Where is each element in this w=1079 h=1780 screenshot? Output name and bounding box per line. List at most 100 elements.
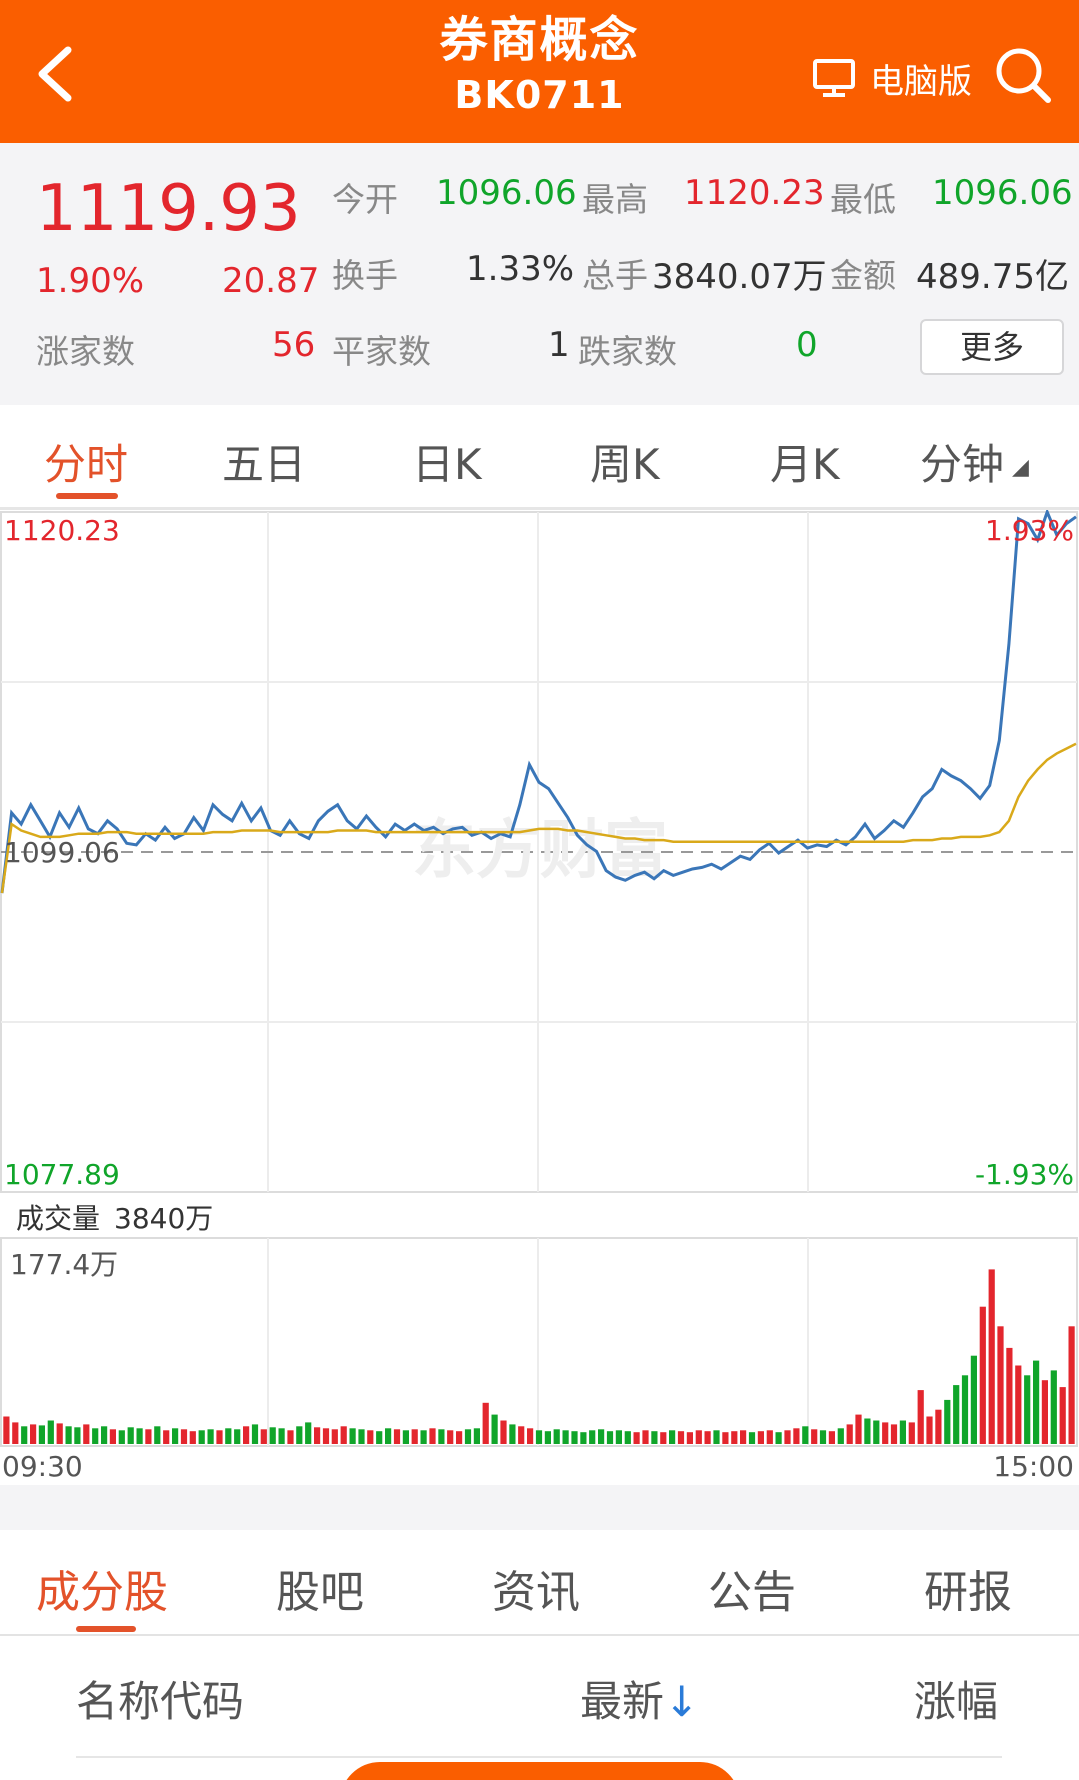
- volume-bar: [1050, 1370, 1057, 1444]
- high-value: 1120.23: [684, 173, 825, 213]
- volume-bar: [944, 1399, 951, 1444]
- volume-bar: [411, 1429, 418, 1444]
- active-tab-indicator: [76, 1626, 136, 1632]
- tab-five-day[interactable]: 五日: [222, 431, 306, 492]
- volume-bar: [633, 1432, 640, 1444]
- tab-minute[interactable]: 分钟 ◢: [920, 431, 1029, 492]
- volume-bar: [535, 1430, 543, 1444]
- change-amount: 20.87: [222, 261, 320, 301]
- tab-intraday[interactable]: 分时: [44, 431, 128, 492]
- volume-bar: [828, 1431, 835, 1444]
- volume-bar: [393, 1429, 401, 1444]
- volume-bar: [447, 1430, 454, 1444]
- volume-value: 3840.07万: [652, 257, 827, 297]
- volume-title: 成交量 3840万: [16, 1202, 213, 1235]
- volume-bar: [349, 1428, 356, 1444]
- volume-bar: [101, 1426, 108, 1444]
- volume-bar: [402, 1430, 409, 1444]
- volume-bar: [322, 1428, 330, 1444]
- y-min-label: 1077.89: [4, 1158, 120, 1191]
- volume-bar: [92, 1428, 99, 1444]
- volume-bar: [234, 1429, 241, 1444]
- volume-bar: [624, 1431, 631, 1444]
- volume-bar: [340, 1426, 347, 1444]
- volume-bar: [775, 1432, 782, 1444]
- more-button[interactable]: 更多: [920, 319, 1064, 375]
- content-tabs: 成分股 股吧 资讯 公告 研报: [0, 1530, 1079, 1636]
- volume-bar: [562, 1430, 569, 1444]
- tab-research[interactable]: 研报: [924, 1556, 1012, 1620]
- volume-bar: [598, 1429, 605, 1444]
- volume-bar: [677, 1431, 685, 1444]
- amount-value: 489.75亿: [916, 257, 1069, 297]
- tab-constituents[interactable]: 成分股: [36, 1556, 168, 1620]
- low-label: 最低: [830, 180, 896, 219]
- volume-bar: [127, 1427, 134, 1444]
- volume-bar: [846, 1424, 853, 1444]
- volume-bar: [811, 1429, 818, 1444]
- tab-monthly-k[interactable]: 月K: [770, 431, 840, 492]
- volume-bar: [243, 1426, 250, 1444]
- tab-announcements[interactable]: 公告: [708, 1556, 796, 1620]
- volume-bar: [864, 1418, 871, 1444]
- volume-bar: [527, 1428, 534, 1444]
- tab-news[interactable]: 资讯: [492, 1556, 580, 1620]
- column-latest[interactable]: 最新↓: [580, 1668, 699, 1729]
- tab-weekly-k[interactable]: 周K: [590, 431, 660, 492]
- volume-bar: [580, 1432, 587, 1444]
- column-name-code[interactable]: 名称代码: [76, 1668, 244, 1729]
- divider: [76, 1756, 1002, 1758]
- volume-bar: [331, 1429, 338, 1444]
- pct-max-label: 1.93%: [985, 514, 1074, 547]
- volume-bar: [509, 1424, 516, 1444]
- volume-bar: [1024, 1375, 1031, 1444]
- volume-bar: [118, 1430, 125, 1444]
- volume-bar: [669, 1430, 676, 1444]
- volume-bar: [3, 1416, 10, 1444]
- volume-max-label: 177.4万: [10, 1248, 118, 1281]
- triangle-down-icon: ◢: [1012, 455, 1029, 480]
- volume-bar: [74, 1427, 81, 1444]
- floating-action-button[interactable]: [340, 1762, 740, 1780]
- monitor-icon: [813, 59, 855, 97]
- volume-bar: [278, 1428, 285, 1444]
- column-change[interactable]: 涨幅: [914, 1668, 998, 1729]
- volume-bar: [722, 1432, 729, 1444]
- volume-bar: [961, 1375, 969, 1444]
- low-value: 1096.06: [932, 173, 1073, 213]
- volume-bar: [686, 1432, 693, 1444]
- volume-bar: [642, 1430, 649, 1444]
- volume-bar: [953, 1385, 960, 1444]
- volume-bar: [56, 1423, 63, 1444]
- volume-bar: [109, 1429, 116, 1444]
- volume-bar: [731, 1431, 738, 1444]
- down-count-value: 0: [796, 325, 818, 365]
- volume-bar: [926, 1416, 933, 1444]
- tab-daily-k[interactable]: 日K: [412, 431, 482, 492]
- x-end-label: 15:00: [993, 1450, 1074, 1483]
- volume-bar: [154, 1426, 161, 1444]
- volume-bar: [38, 1425, 45, 1444]
- volume-bar: [757, 1431, 764, 1444]
- header-bar: 券商概念 BK0711 电脑版: [0, 0, 1079, 143]
- volume-bar: [225, 1428, 232, 1444]
- volume-bar: [305, 1422, 312, 1444]
- volume-bar: [482, 1402, 489, 1444]
- volume-bar: [376, 1431, 383, 1444]
- volume-bar: [47, 1420, 54, 1444]
- open-label: 今开: [332, 180, 398, 219]
- volume-bar: [367, 1430, 374, 1444]
- search-button[interactable]: [992, 44, 1054, 106]
- volume-bar: [917, 1390, 924, 1444]
- volume-bar: [988, 1269, 995, 1444]
- volume-bar: [314, 1427, 321, 1444]
- volume-label: 总手: [582, 256, 648, 295]
- open-value: 1096.06: [436, 173, 577, 213]
- volume-bar: [296, 1426, 303, 1444]
- active-tab-indicator: [56, 493, 118, 499]
- volume-bar: [180, 1429, 188, 1444]
- volume-bar: [500, 1420, 507, 1444]
- pc-version-button[interactable]: 电脑版: [812, 56, 972, 102]
- tab-forum[interactable]: 股吧: [276, 1556, 364, 1620]
- volume-bar: [464, 1429, 472, 1444]
